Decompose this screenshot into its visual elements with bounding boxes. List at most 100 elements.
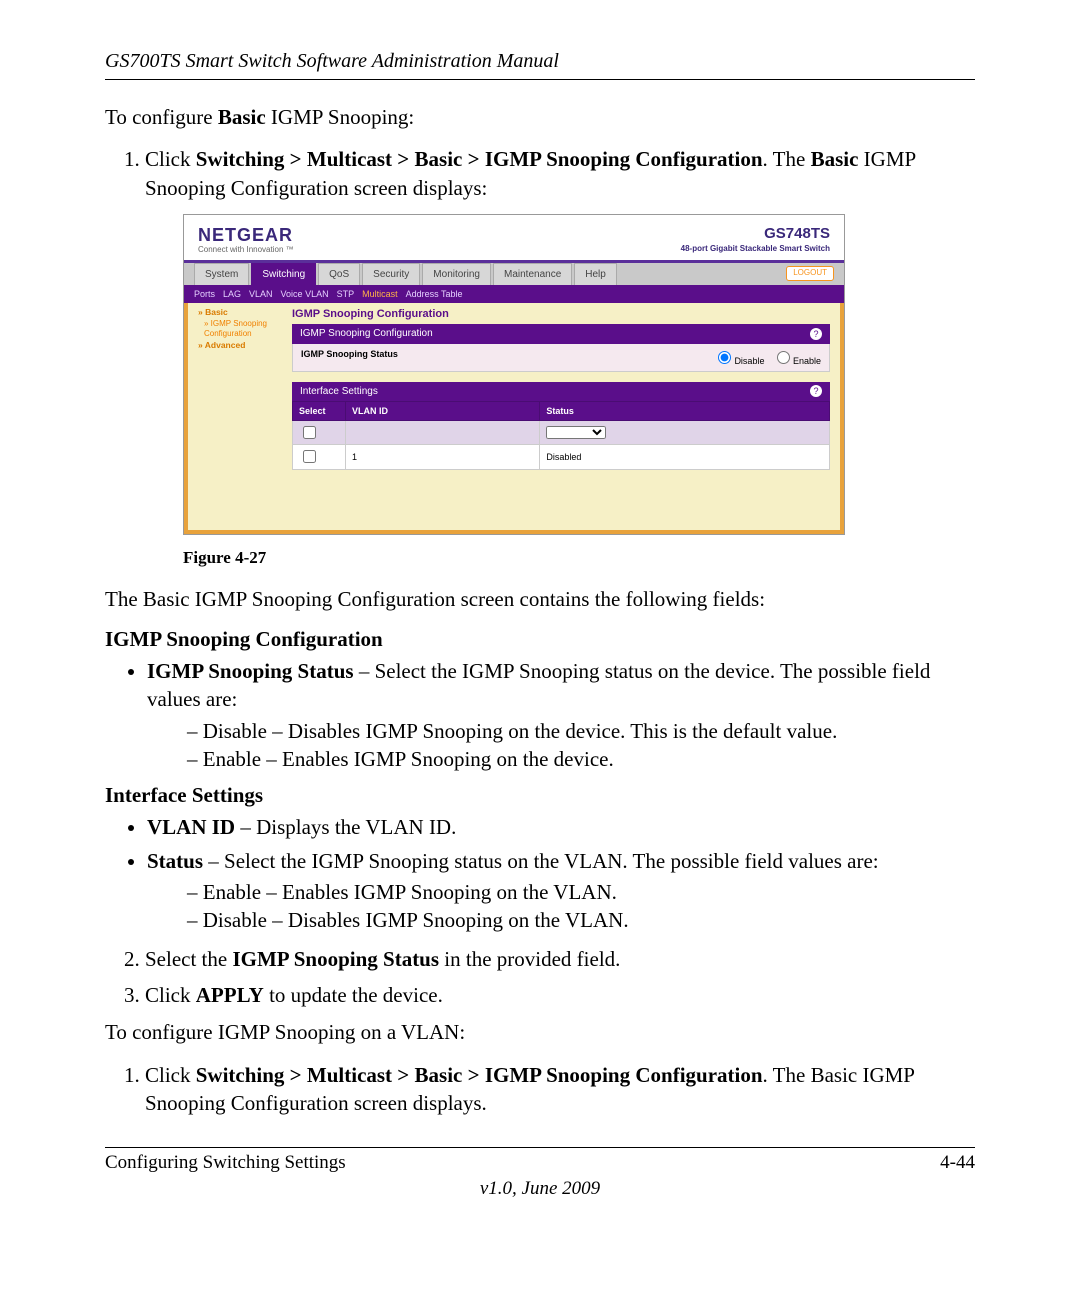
screenshot: NETGEAR Connect with Innovation ™ GS748T…: [183, 214, 845, 535]
header-rule: [105, 79, 975, 80]
help-icon[interactable]: ?: [810, 385, 822, 397]
table-header: Select VLAN ID Status: [293, 402, 830, 421]
subtab-lag[interactable]: LAG: [223, 288, 241, 300]
doc-header: GS700TS Smart Switch Software Administra…: [105, 50, 975, 73]
footer-rule: [105, 1147, 975, 1148]
t: Basic: [811, 147, 859, 171]
t: – Select the IGMP Snooping status on the…: [203, 849, 879, 873]
subtab-vlan[interactable]: VLAN: [249, 288, 273, 300]
th-select: Select: [293, 402, 346, 421]
help-icon[interactable]: ?: [810, 328, 822, 340]
tab-security[interactable]: Security: [362, 263, 420, 286]
table-row: 1 Disabled: [293, 445, 830, 469]
sub-tabs: Ports LAG VLAN Voice VLAN STP Multicast …: [184, 285, 844, 303]
list-item: IGMP Snooping Status – Select the IGMP S…: [147, 657, 975, 773]
tab-monitoring[interactable]: Monitoring: [422, 263, 491, 286]
panel2-title: Interface Settings: [300, 385, 378, 399]
list-item: VLAN ID – Displays the VLAN ID.: [147, 813, 975, 841]
subtab-stp[interactable]: STP: [337, 288, 355, 300]
step-list-2: Select the IGMP Snooping Status in the p…: [105, 945, 975, 1010]
list-item: Disable – Disables IGMP Snooping on the …: [187, 717, 975, 745]
radio-enable-label: Enable: [793, 356, 821, 366]
subtab-multicast[interactable]: Multicast: [362, 288, 398, 300]
footer-version: v1.0, June 2009: [105, 1178, 975, 1200]
tab-maintenance[interactable]: Maintenance: [493, 263, 572, 286]
tab-switching[interactable]: Switching: [251, 263, 316, 286]
main-tabs: System Switching QoS Security Monitoring…: [184, 260, 844, 285]
t: to update the device.: [264, 983, 443, 1007]
step-2: Select the IGMP Snooping Status in the p…: [145, 945, 975, 973]
t: Click: [145, 983, 196, 1007]
status-select[interactable]: [546, 426, 606, 439]
panel1-header: IGMP Snooping Configuration ?: [292, 324, 830, 344]
select-all-checkbox[interactable]: [303, 426, 316, 439]
t: Switching > Multicast > Basic > IGMP Sno…: [196, 1063, 763, 1087]
list-item: Disable – Disables IGMP Snooping on the …: [187, 906, 975, 934]
t: Select the: [145, 947, 232, 971]
footer-right: 4-44: [940, 1152, 975, 1174]
step-1b: Click Switching > Multicast > Basic > IG…: [145, 1061, 975, 1118]
sidebar-item-advanced[interactable]: » Advanced: [198, 340, 282, 351]
footer-left: Configuring Switching Settings: [105, 1152, 346, 1174]
step-list-1: Click Switching > Multicast > Basic > IG…: [105, 145, 975, 569]
subtab-addr[interactable]: Address Table: [406, 288, 463, 300]
intro-text2: IGMP Snooping:: [266, 105, 415, 129]
sidebar-item-conf[interactable]: » IGMP Snooping Configuration: [204, 319, 282, 341]
fields-lead: The Basic IGMP Snooping Configuration sc…: [105, 586, 975, 613]
logout-button[interactable]: LOGOUT: [786, 266, 834, 281]
intro-text: To configure: [105, 105, 218, 129]
step-3: Click APPLY to update the device.: [145, 981, 975, 1009]
th-status: Status: [540, 402, 830, 421]
list-item: Enable – Enables IGMP Snooping on the VL…: [187, 878, 975, 906]
tab-help[interactable]: Help: [574, 263, 617, 286]
t: – Displays the VLAN ID.: [235, 815, 456, 839]
row-checkbox[interactable]: [303, 450, 316, 463]
cell-status: Disabled: [540, 445, 830, 469]
t: VLAN ID: [147, 815, 235, 839]
bullet-list: VLAN ID – Displays the VLAN ID. Status –…: [105, 813, 975, 934]
step-list-3: Click Switching > Multicast > Basic > IG…: [105, 1061, 975, 1118]
subhead-interface: Interface Settings: [105, 783, 975, 808]
intro-line: To configure Basic IGMP Snooping:: [105, 104, 975, 131]
panel1-title: IGMP Snooping Configuration: [300, 327, 433, 341]
vlan-intro: To configure IGMP Snooping on a VLAN:: [105, 1019, 975, 1046]
list-item: Status – Select the IGMP Snooping status…: [147, 847, 975, 935]
list-item: Enable – Enables IGMP Snooping on the de…: [187, 745, 975, 773]
tab-qos[interactable]: QoS: [318, 263, 360, 286]
sidebar-item-basic[interactable]: » Basic: [198, 307, 282, 318]
cell-vlan-id: 1: [346, 445, 540, 469]
t: in the provided field.: [439, 947, 620, 971]
step-1: Click Switching > Multicast > Basic > IG…: [145, 145, 975, 569]
snoop-label: IGMP Snooping Status: [301, 348, 398, 367]
subtab-ports[interactable]: Ports: [194, 288, 215, 300]
subhead-igmp: IGMP Snooping Configuration: [105, 627, 975, 652]
t: Status: [147, 849, 203, 873]
dash-list: Disable – Disables IGMP Snooping on the …: [147, 717, 975, 774]
product-desc: 48-port Gigabit Stackable Smart Switch: [681, 244, 830, 255]
subtab-voicevlan[interactable]: Voice VLAN: [281, 288, 329, 300]
panel1-body: IGMP Snooping Status Disable Enable: [292, 344, 830, 372]
netgear-logo: NETGEAR: [198, 223, 294, 247]
t: Click: [145, 147, 196, 171]
bullet-list: IGMP Snooping Status – Select the IGMP S…: [105, 657, 975, 773]
t: IGMP Snooping Status: [232, 947, 439, 971]
radio-disable[interactable]: [718, 351, 731, 364]
table-row: [293, 421, 830, 445]
sidebar: » Basic » IGMP Snooping Configuration » …: [198, 303, 282, 469]
intro-bold: Basic: [218, 105, 266, 129]
th-vlan: VLAN ID: [346, 402, 540, 421]
t: IGMP Snooping Status: [147, 659, 354, 683]
t: . The: [763, 147, 811, 171]
tab-system[interactable]: System: [194, 263, 249, 286]
footer: Configuring Switching Settings 4-44: [105, 1152, 975, 1174]
radio-disable-label: Disable: [734, 356, 764, 366]
product-name: GS748TS: [681, 224, 830, 244]
t: Switching > Multicast > Basic > IGMP Sno…: [196, 147, 763, 171]
logo-tagline: Connect with Innovation ™: [198, 245, 294, 256]
panel2-header: Interface Settings ?: [292, 382, 830, 402]
t: APPLY: [196, 983, 264, 1007]
dash-list: Enable – Enables IGMP Snooping on the VL…: [147, 878, 975, 935]
radio-enable[interactable]: [777, 351, 790, 364]
panel-title: IGMP Snooping Configuration: [292, 307, 830, 322]
t: Click: [145, 1063, 196, 1087]
